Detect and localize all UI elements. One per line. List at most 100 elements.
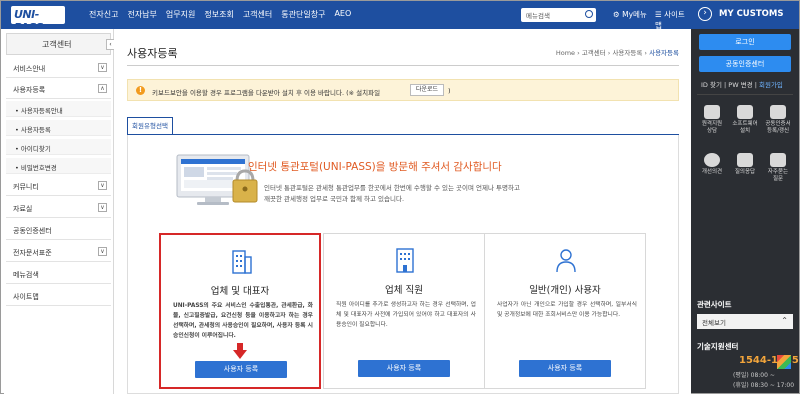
register-company-button[interactable]: 사용자 등록 (195, 361, 287, 378)
quick-opinion[interactable]: 개선의견 (697, 153, 727, 176)
qna-icon (737, 153, 753, 167)
support-center-title: 기술지원센터 (697, 342, 739, 351)
building-icon (232, 250, 252, 274)
quick-qna[interactable]: 질의응답 (730, 153, 760, 176)
office-building-icon (396, 248, 414, 273)
breadcrumb-home[interactable]: Home (556, 49, 575, 57)
my-customs-header: › MY CUSTOMS (691, 1, 799, 29)
sidebar-item-label: 자료실 (13, 205, 33, 213)
holiday-hours: (휴일) 08:30 ~ 17:00 (733, 382, 795, 389)
nav-item-single-window[interactable]: 통관단일창구 (281, 9, 325, 20)
certificate-center-button[interactable]: 공동인증센터 (699, 56, 791, 72)
quick-label: 자주묻는 질문 (767, 169, 789, 182)
signup-link[interactable]: 회원가입 (759, 81, 783, 89)
panel-divider (697, 94, 793, 95)
left-sidebar: 고객센터 ‹ 서비스안내 ∨ 사용자등록 ∧ • 사용자등록안내 • 사용자등록 •… (4, 29, 115, 394)
search-icon[interactable] (585, 10, 593, 18)
sidebar-item-label: 서비스안내 (13, 65, 46, 73)
find-id-link[interactable]: ID 찾기 (701, 81, 722, 89)
subitem-label: • 사용자등록안내 (15, 107, 63, 115)
breadcrumb: Home › 고객센터 › 사용자등록 › 사용자등록 (555, 49, 679, 57)
my-menu-button[interactable]: ⚙ My메뉴 (613, 9, 647, 20)
nav-item-aeo[interactable]: AEO (334, 9, 351, 20)
login-button[interactable]: 로그인 (699, 34, 791, 50)
nav-item-e-payment[interactable]: 전자납부 (127, 9, 156, 20)
card-company-employee: 업체 직원 직원 아이디를 추가로 생성하고자 하는 경우 선택하며, 업체 및… (323, 233, 485, 389)
sidebar-subitem-registration-guide[interactable]: • 사용자등록안내 (6, 101, 111, 117)
page-title: 사용자등록 (127, 47, 178, 60)
chevron-down-icon[interactable]: ∨ (98, 63, 107, 72)
sidebar-item-user-registration[interactable]: 사용자등록 ∧ (6, 79, 111, 99)
card-description: UNI-PASS의 주요 서비스인 수출입통관, 관세환급, 화물, 신고필증발… (173, 303, 313, 339)
related-sites-select[interactable]: 전체보기 ⌃ (697, 314, 793, 329)
sidebar-item-edi-standard[interactable]: 전자문서표준 ∨ (6, 242, 111, 262)
software-install-icon (737, 105, 753, 119)
sidebar-item-community[interactable]: 커뮤니티 ∨ (6, 176, 111, 196)
sidebar-subitem-registration[interactable]: • 사용자등록 (6, 120, 111, 136)
nav-item-e-declaration[interactable]: 전자신고 (89, 9, 118, 20)
collapse-panel-icon[interactable]: › (698, 7, 712, 21)
quick-certificate[interactable]: 공동인증서 등록/갱신 (763, 105, 793, 135)
quick-faq[interactable]: 자주묻는 질문 (763, 153, 793, 183)
welcome-description: 인터넷 통관포털은 관세청 통관업무를 한곳에서 한번에 수행할 수 있는 곳이… (264, 184, 520, 203)
breadcrumb-current: 사용자등록 (649, 49, 679, 57)
subitem-label: • 사용자등록 (15, 126, 51, 134)
quick-label: 공동인증서 등록/갱신 (765, 121, 791, 134)
card-individual-user: 일반(개인) 사용자 사업자가 아닌 개인으로 가입할 경우 선택하며, 일부서… (484, 233, 646, 389)
nav-item-info-inquiry[interactable]: 정보조회 (204, 9, 233, 20)
sidebar-item-label: 공동인증센터 (13, 227, 52, 235)
certificate-icon (770, 105, 786, 119)
chevron-down-icon[interactable]: ∨ (98, 247, 107, 256)
chevron-down-icon[interactable]: ∨ (98, 181, 107, 190)
subitem-label: • 아이디찾기 (15, 145, 51, 153)
warning-icon: ! (136, 86, 145, 95)
quick-label: 소프트웨어 설치 (732, 121, 758, 134)
my-menu-label: My메뉴 (622, 10, 647, 19)
sidebar-subitem-find-id[interactable]: • 아이디찾기 (6, 139, 111, 155)
weekday-hours: (평일) 08:00 ~ (733, 372, 775, 379)
card-description: 사업자가 아닌 개인으로 가입할 경우 선택하며, 일부서식 및 공개정보에 대… (497, 302, 637, 318)
chevron-down-icon[interactable]: ∨ (98, 203, 107, 212)
sidebar-item-resources[interactable]: 자료실 ∨ (6, 198, 111, 218)
sidebar-item-certificate-center[interactable]: 공동인증센터 (6, 220, 111, 240)
sidebar-item-label: 메뉴검색 (13, 271, 39, 279)
sitemap-button[interactable]: ☰ 사이트맵 (655, 9, 691, 31)
sidebar-item-label: 사용자등록 (13, 86, 46, 94)
sidebar-title: 고객센터 (42, 40, 72, 49)
unipass-logo[interactable]: UNI-PASS (11, 6, 65, 34)
account-links: ID 찾기 | PW 변경 | 회원가입 (701, 81, 783, 89)
download-button[interactable]: 다운로드 (410, 84, 444, 96)
quick-software-install[interactable]: 소프트웨어 설치 (730, 105, 760, 135)
sidebar-item-service-guide[interactable]: 서비스안내 ∨ (6, 58, 111, 78)
sidebar-item-sitemap[interactable]: 사이트맵 (6, 286, 111, 306)
quick-label: 개선의견 (701, 169, 723, 175)
chevron-up-icon[interactable]: ∧ (98, 84, 107, 93)
quick-remote-support[interactable]: 원격지원 상담 (697, 105, 727, 135)
remote-support-icon (704, 105, 720, 119)
menu-search-input[interactable]: 메뉴검색 (521, 8, 596, 22)
red-arrow-down-icon (233, 343, 247, 359)
register-individual-button[interactable]: 사용자 등록 (519, 360, 611, 377)
change-pw-link[interactable]: PW 변경 (728, 81, 752, 89)
nav-item-customer-center[interactable]: 고객센터 (243, 9, 272, 20)
member-type-panel: 인터넷 통관포털(UNI-PASS)을 방문해 주셔서 감사합니다 인터넷 통관… (127, 135, 679, 394)
sidebar-item-label: 사이트맵 (13, 293, 39, 301)
sidebar-item-menu-search[interactable]: 메뉴검색 (6, 264, 111, 284)
sidebar-subitem-change-password[interactable]: • 비밀번호변경 (6, 158, 111, 174)
card-description: 직원 아이디를 추가로 생성하고자 하는 경우 선택하며, 업체 및 대표자가 … (336, 302, 476, 328)
panel-title: MY CUSTOMS (719, 9, 784, 19)
related-sites-title: 관련사이트 (697, 300, 732, 309)
chevron-up-icon: ⌃ (781, 316, 788, 325)
sitemap-label: 사이트맵 (655, 10, 685, 30)
breadcrumb-item[interactable]: 사용자등록 (612, 49, 642, 57)
register-employee-button[interactable]: 사용자 등록 (358, 360, 450, 377)
nav-item-work-support[interactable]: 업무지원 (166, 9, 195, 20)
breadcrumb-item[interactable]: 고객센터 (582, 49, 606, 57)
welcome-title: 인터넷 통관포털(UNI-PASS)을 방문해 주셔서 감사합니다 (248, 161, 502, 173)
title-divider (127, 65, 679, 66)
card-title: 업체 직원 (385, 285, 423, 296)
sidebar-header: 고객센터 ‹ (6, 33, 115, 55)
support-logo-icon (777, 355, 791, 369)
main-content: 사용자등록 Home › 고객센터 › 사용자등록 › 사용자등록 ! 키보드보… (114, 29, 691, 394)
tab-member-type[interactable]: 회원유형선택 (127, 117, 173, 134)
